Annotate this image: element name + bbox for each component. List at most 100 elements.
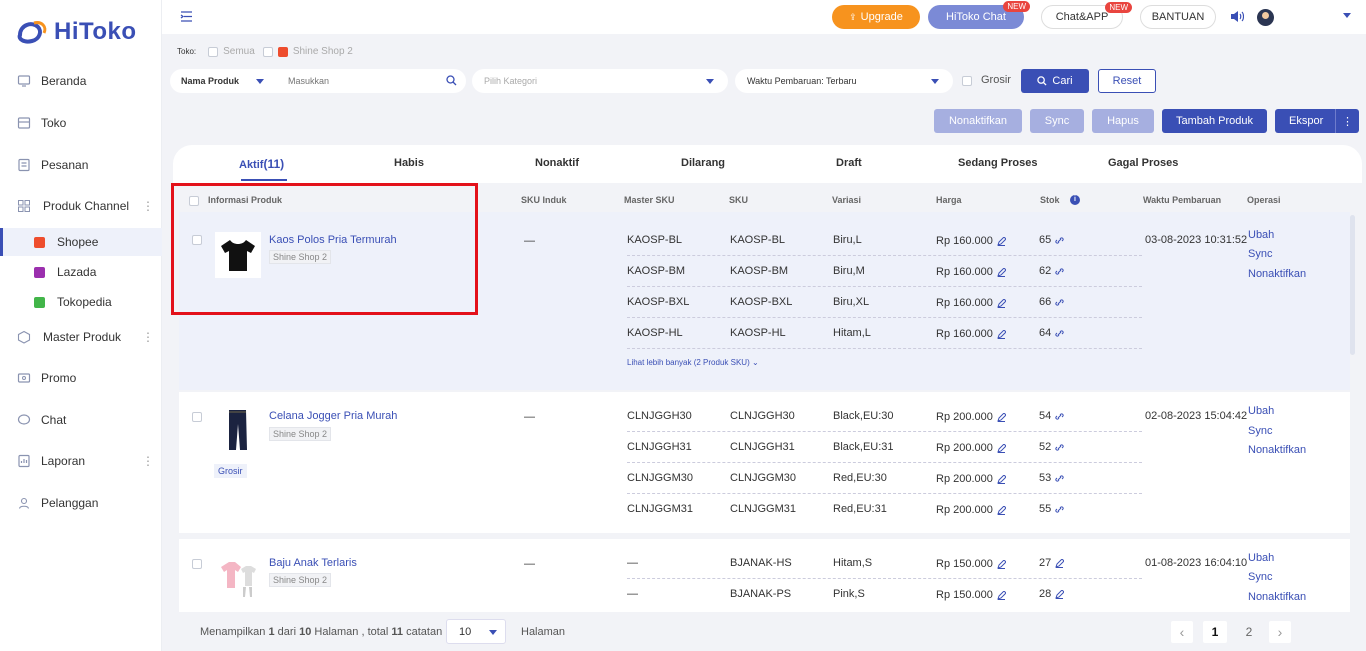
avatar[interactable] bbox=[1257, 9, 1274, 26]
sync-link[interactable]: Sync bbox=[1248, 425, 1272, 437]
sidebar-subitem-shopee[interactable]: Shopee bbox=[0, 228, 162, 256]
prev-page-button[interactable]: ‹ bbox=[1171, 621, 1193, 643]
hitoko-chat-button[interactable]: HiToko Chat NEW bbox=[928, 1, 1030, 29]
semua-label: Semua bbox=[223, 46, 255, 57]
edit-pencil-icon[interactable] bbox=[997, 559, 1006, 569]
edit-pencil-icon[interactable] bbox=[997, 298, 1006, 308]
link-icon[interactable] bbox=[1055, 505, 1064, 514]
harga-value: Rp 160.000 bbox=[936, 235, 993, 247]
link-icon[interactable] bbox=[1055, 474, 1064, 483]
chat-app-button[interactable]: Chat&APP NEW bbox=[1041, 2, 1132, 29]
semua-checkbox[interactable] bbox=[208, 46, 219, 57]
kategori-select[interactable]: Pilih Kategori bbox=[472, 69, 728, 93]
cari-button[interactable]: Cari bbox=[1021, 69, 1089, 93]
edit-pencil-icon[interactable] bbox=[997, 267, 1006, 277]
link-icon[interactable] bbox=[1055, 298, 1064, 307]
page-button-2[interactable]: 2 bbox=[1237, 621, 1261, 643]
menu-collapse-icon[interactable] bbox=[180, 10, 193, 23]
bantuan-button[interactable]: BANTUAN bbox=[1140, 5, 1216, 29]
product-image[interactable] bbox=[215, 408, 261, 454]
more-vertical-icon[interactable]: ⋮ bbox=[1335, 109, 1359, 133]
link-icon[interactable] bbox=[1055, 443, 1064, 452]
edit-pencil-icon[interactable] bbox=[1055, 589, 1065, 599]
tambah-produk-button[interactable]: Tambah Produk bbox=[1162, 109, 1267, 133]
tab-nonaktif[interactable]: Nonaktif bbox=[535, 157, 579, 169]
sidebar-item-master-produk[interactable]: Master Produk ⋮ bbox=[0, 322, 162, 352]
col-master-sku: Master SKU bbox=[624, 195, 675, 205]
link-icon[interactable] bbox=[1055, 236, 1064, 245]
nonaktifkan-button[interactable]: Nonaktifkan bbox=[934, 109, 1022, 133]
speaker-icon[interactable] bbox=[1230, 10, 1244, 23]
edit-pencil-icon[interactable] bbox=[1055, 558, 1065, 568]
sync-button[interactable]: Sync bbox=[1030, 109, 1084, 133]
sidebar-item-beranda[interactable]: Beranda bbox=[0, 66, 162, 96]
stok-cell: 52 bbox=[1039, 441, 1064, 453]
show-more-link[interactable]: Lihat lebih banyak (2 Produk SKU) ⌄ bbox=[627, 358, 759, 367]
sync-link[interactable]: Sync bbox=[1248, 571, 1272, 583]
more-vertical-icon[interactable]: ⋮ bbox=[142, 454, 154, 468]
shop-checkbox[interactable] bbox=[262, 46, 273, 57]
edit-pencil-icon[interactable] bbox=[997, 590, 1006, 600]
logo[interactable]: HiToko bbox=[14, 18, 137, 46]
sidebar-item-produk-channel[interactable]: Produk Channel ⋮ bbox=[0, 191, 162, 221]
chevron-down-icon[interactable] bbox=[1343, 13, 1351, 18]
chevron-down-icon[interactable] bbox=[256, 79, 264, 84]
link-icon[interactable] bbox=[1055, 329, 1064, 338]
info-icon[interactable]: i bbox=[1070, 195, 1080, 205]
hapus-button[interactable]: Hapus bbox=[1092, 109, 1154, 133]
sidebar-subitem-lazada[interactable]: Lazada bbox=[0, 258, 162, 286]
ubah-link[interactable]: Ubah bbox=[1248, 405, 1274, 417]
product-name[interactable]: Celana Jogger Pria Murah bbox=[269, 410, 397, 422]
row-checkbox[interactable] bbox=[192, 559, 202, 569]
tab-aktif[interactable]: Aktif(11) bbox=[239, 157, 284, 171]
row-checkbox[interactable] bbox=[192, 412, 202, 422]
tab-sedang-proses[interactable]: Sedang Proses bbox=[958, 157, 1037, 169]
page-button-1[interactable]: 1 bbox=[1203, 621, 1227, 643]
search-icon[interactable] bbox=[446, 75, 457, 86]
tab-dilarang[interactable]: Dilarang bbox=[681, 157, 725, 169]
nonaktifkan-link[interactable]: Nonaktifkan bbox=[1248, 268, 1306, 280]
sidebar-item-chat[interactable]: Chat bbox=[0, 405, 162, 435]
reset-button[interactable]: Reset bbox=[1098, 69, 1156, 93]
edit-pencil-icon[interactable] bbox=[997, 329, 1006, 339]
tab-habis[interactable]: Habis bbox=[394, 157, 424, 169]
product-image[interactable] bbox=[215, 555, 261, 601]
sidebar-item-toko[interactable]: Toko bbox=[0, 108, 162, 138]
sidebar-item-label: Produk Channel bbox=[43, 199, 130, 213]
product-name[interactable]: Baju Anak Terlaris bbox=[269, 557, 357, 569]
link-icon[interactable] bbox=[1055, 267, 1064, 276]
sidebar-item-pesanan[interactable]: Pesanan bbox=[0, 150, 162, 180]
sidebar-item-promo[interactable]: Promo bbox=[0, 363, 162, 393]
grosir-checkbox[interactable] bbox=[962, 76, 972, 86]
stok-value: 65 bbox=[1039, 234, 1052, 246]
variasi-value: Hitam,L bbox=[833, 327, 871, 339]
edit-pencil-icon[interactable] bbox=[997, 443, 1006, 453]
page-size-select[interactable]: 10 bbox=[446, 619, 506, 644]
more-vertical-icon[interactable]: ⋮ bbox=[142, 330, 154, 344]
ubah-link[interactable]: Ubah bbox=[1248, 229, 1274, 241]
nonaktifkan-link[interactable]: Nonaktifkan bbox=[1248, 591, 1306, 603]
sync-link[interactable]: Sync bbox=[1248, 248, 1272, 260]
upgrade-button[interactable]: ⇪ Upgrade bbox=[832, 5, 920, 29]
edit-pencil-icon[interactable] bbox=[997, 505, 1006, 515]
next-page-button[interactable]: › bbox=[1269, 621, 1291, 643]
search-field-select[interactable]: Nama Produk bbox=[181, 76, 239, 86]
hapus-label: Hapus bbox=[1107, 115, 1139, 127]
col-operasi: Operasi bbox=[1247, 195, 1281, 205]
sidebar-item-pelanggan[interactable]: Pelanggan bbox=[0, 488, 162, 518]
more-vertical-icon[interactable]: ⋮ bbox=[142, 199, 154, 213]
edit-pencil-icon[interactable] bbox=[997, 412, 1006, 422]
edit-pencil-icon[interactable] bbox=[997, 236, 1006, 246]
edit-pencil-icon[interactable] bbox=[997, 474, 1006, 484]
tab-gagal-proses[interactable]: Gagal Proses bbox=[1108, 157, 1178, 169]
table-scrollbar[interactable] bbox=[1350, 215, 1355, 355]
sidebar-subitem-tokopedia[interactable]: Tokopedia bbox=[0, 288, 162, 316]
ekspor-button[interactable]: Ekspor ⋮ bbox=[1275, 109, 1359, 133]
link-icon[interactable] bbox=[1055, 412, 1064, 421]
tab-draft[interactable]: Draft bbox=[836, 157, 862, 169]
ubah-link[interactable]: Ubah bbox=[1248, 552, 1274, 564]
search-input[interactable] bbox=[288, 73, 438, 89]
sidebar-item-laporan[interactable]: Laporan ⋮ bbox=[0, 446, 162, 476]
nonaktifkan-link[interactable]: Nonaktifkan bbox=[1248, 444, 1306, 456]
waktu-sort-select[interactable]: Waktu Pembaruan: Terbaru bbox=[735, 69, 953, 93]
